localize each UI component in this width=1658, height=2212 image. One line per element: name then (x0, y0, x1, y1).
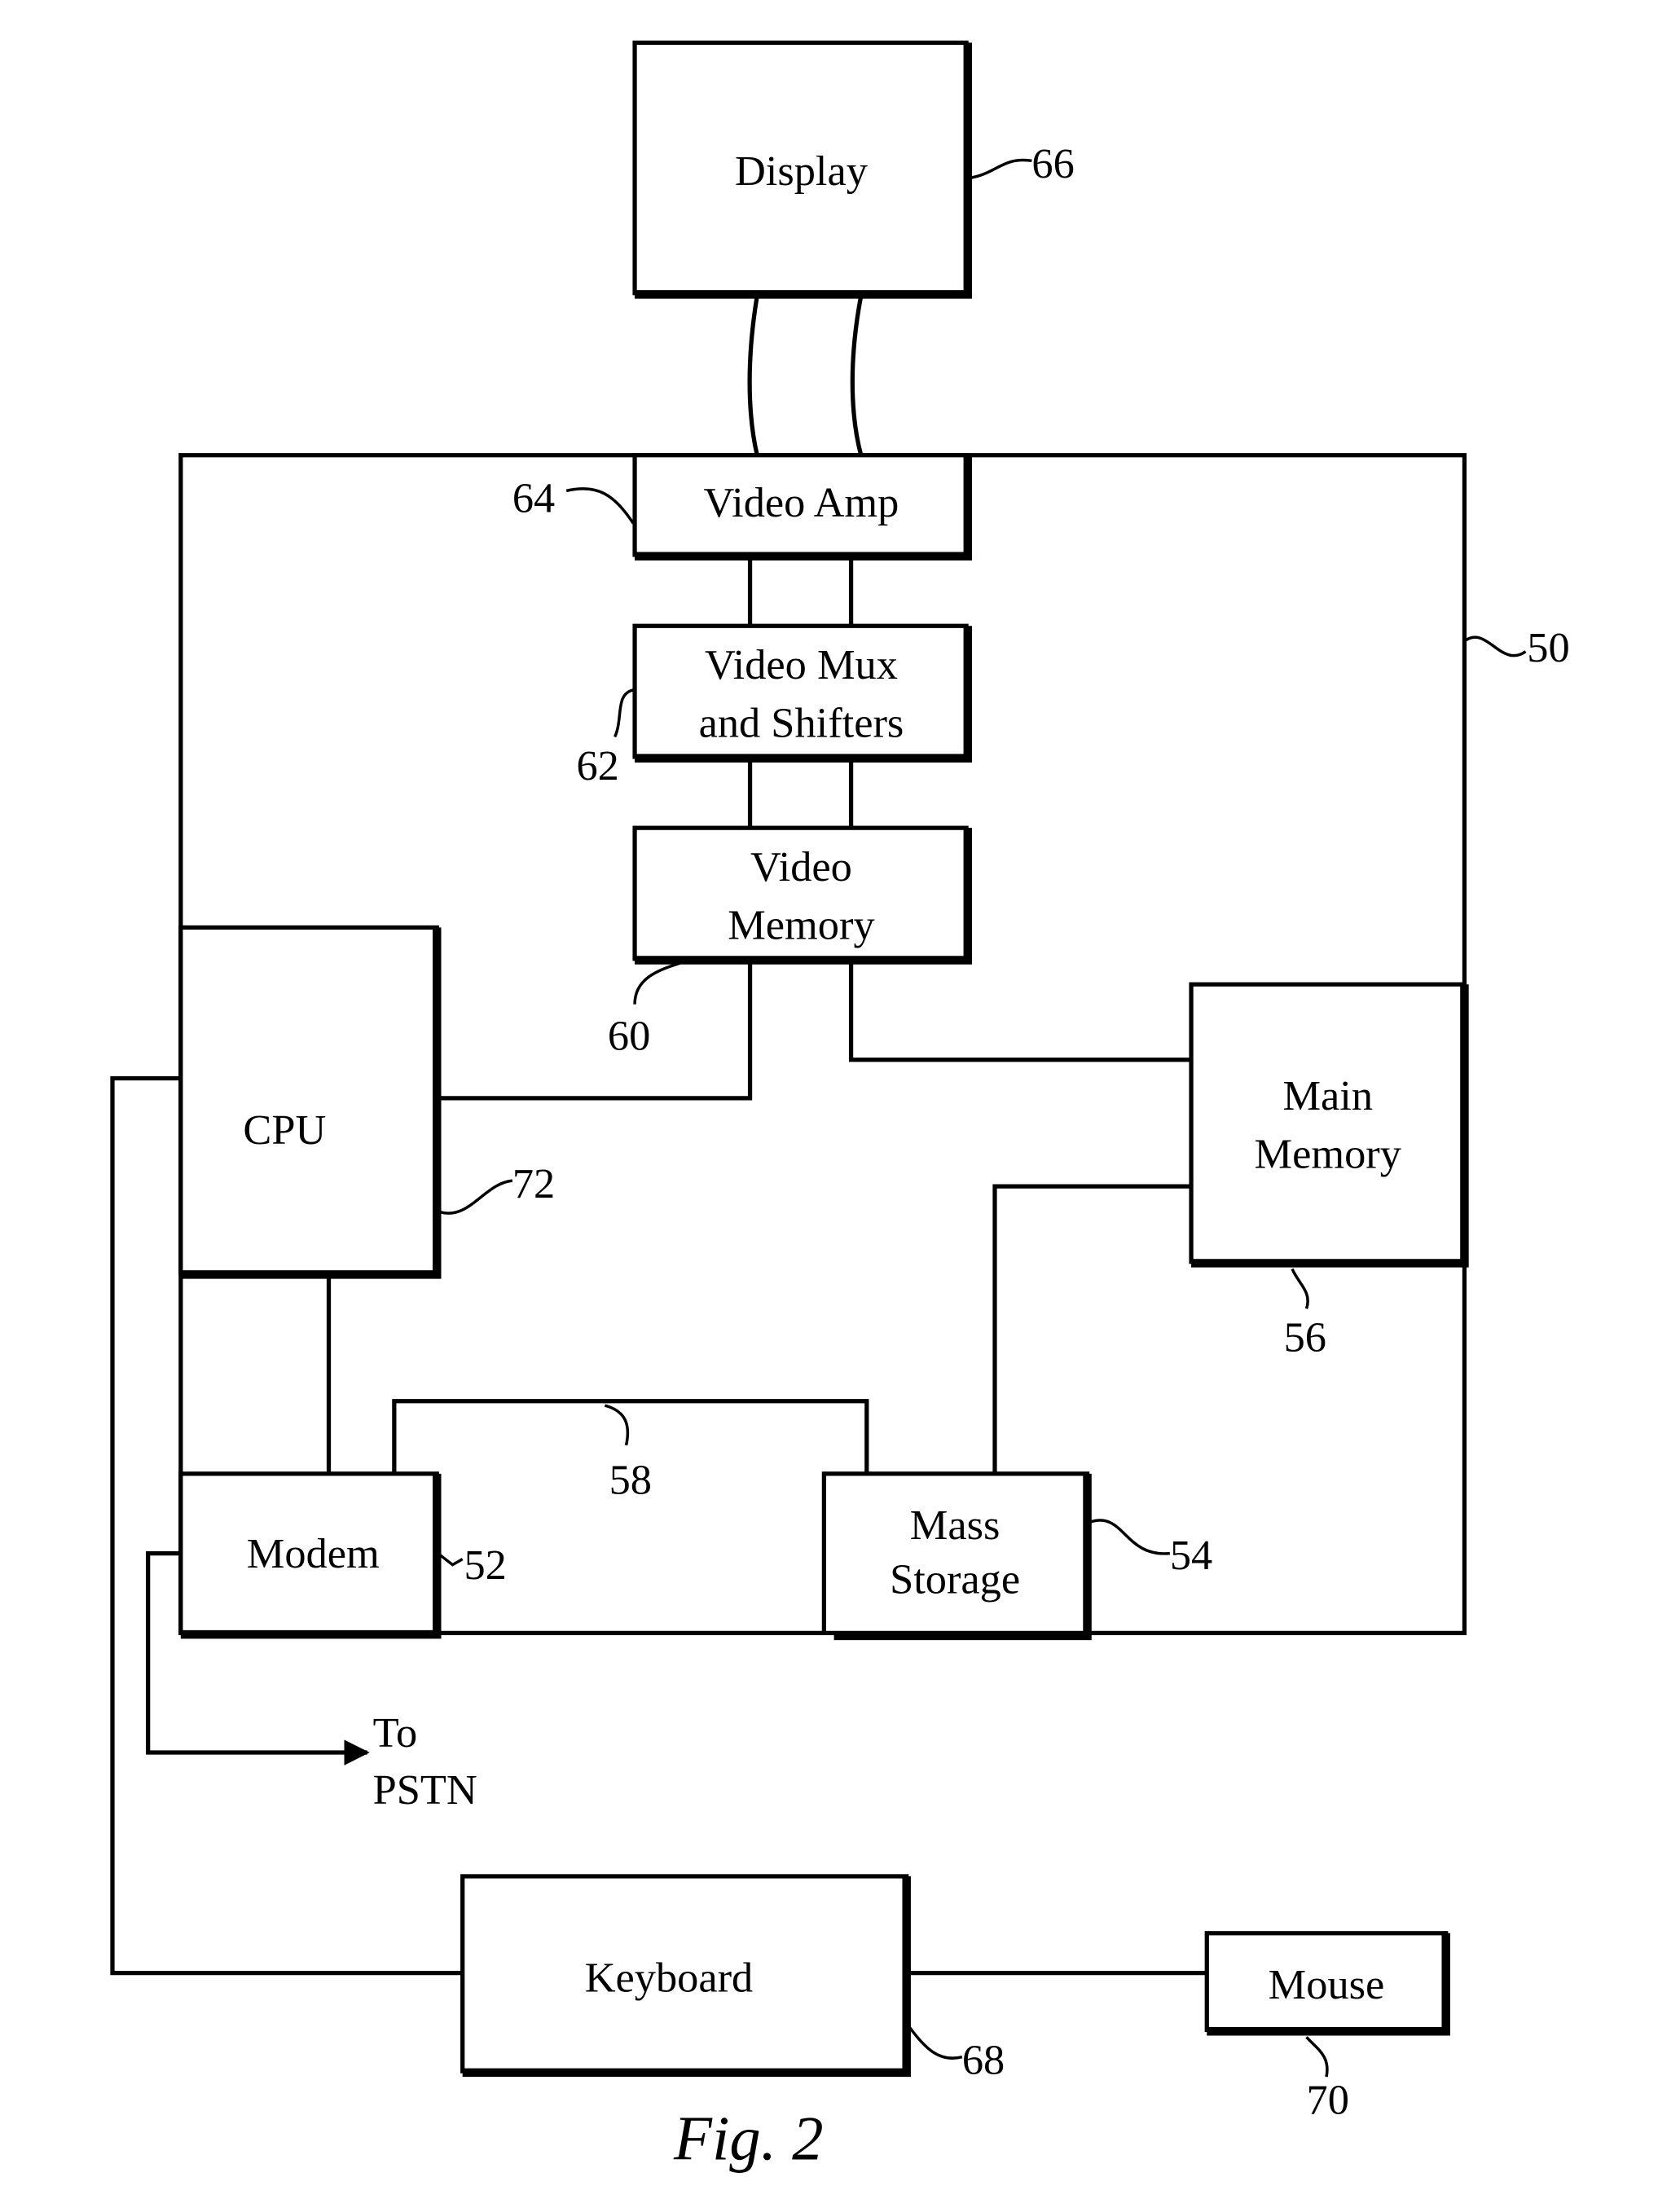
video-memory-label-line1: Video (750, 843, 852, 891)
mouse-label: Mouse (1269, 1961, 1385, 2008)
mouse-ref: 70 (1307, 2077, 1349, 2124)
video-amp-label: Video Amp (704, 479, 899, 526)
bus-ref-leader (604, 1404, 630, 1446)
link-main-memory-mass-storage (992, 1184, 1192, 1474)
keyboard-label: Keyboard (585, 1954, 754, 2001)
pstn-label-line1: To (373, 1709, 418, 1757)
video-memory-ref: 60 (608, 1013, 650, 1060)
display-ref: 66 (1031, 140, 1074, 187)
modem-ref-leader (438, 1553, 464, 1567)
mass-storage-ref-leader (1089, 1519, 1171, 1555)
video-mux-label-line1: Video Mux (705, 641, 898, 688)
cpu-ref-leader (439, 1179, 513, 1215)
figure-caption: Fig. 2 (673, 2104, 824, 2173)
system-ref: 50 (1527, 624, 1569, 671)
main-memory-label-line1: Main (1282, 1072, 1373, 1119)
keyboard-ref: 68 (962, 2037, 1005, 2084)
modem-label: Modem (247, 1530, 380, 1577)
bus-ref: 58 (609, 1456, 652, 1503)
mass-storage-label-line1: Mass (910, 1502, 1001, 1549)
modem-block: Modem (178, 1471, 442, 1639)
display-cable-right (850, 295, 864, 456)
video-memory-block: Video Memory (632, 825, 973, 965)
main-memory-block: Main Memory (1189, 982, 1469, 1268)
main-memory-label-line2: Memory (1255, 1130, 1401, 1177)
video-memory-ref-leader (633, 961, 681, 1005)
display-label: Display (735, 147, 868, 195)
mass-storage-block: Mass Storage (821, 1471, 1092, 1641)
main-memory-ref-leader (1291, 1268, 1309, 1309)
keyboard-block: Keyboard (460, 1874, 911, 2078)
display-ref-leader (970, 158, 1032, 179)
modem-ref: 52 (464, 1541, 506, 1589)
block-diagram: 50 Display 66 Video Amp 64 Video Mux and… (110, 40, 1570, 2173)
main-memory-ref: 56 (1284, 1314, 1326, 1361)
mass-storage-label-line2: Storage (890, 1556, 1020, 1603)
keyboard-ref-leader (908, 2025, 963, 2060)
mouse-block: Mouse (1204, 1931, 1450, 2036)
link-cpu-video-memory (439, 961, 753, 1101)
pstn-label-line2: PSTN (373, 1766, 477, 1814)
display-block: Display (632, 40, 973, 299)
video-mux-ref: 62 (576, 742, 618, 789)
video-memory-label-line2: Memory (728, 901, 874, 948)
cpu-label: CPU (243, 1106, 326, 1154)
cpu-ref: 72 (512, 1160, 555, 1207)
video-mux-block: Video Mux and Shifters (632, 623, 973, 763)
mouse-ref-leader (1305, 2036, 1329, 2078)
video-amp-ref: 64 (512, 475, 555, 522)
mass-storage-ref: 54 (1170, 1532, 1212, 1579)
video-amp-block: Video Amp (632, 453, 973, 561)
display-cable-left (747, 295, 759, 456)
system-ref-leader (1465, 635, 1527, 657)
video-amp-ref-leader (565, 487, 635, 525)
cpu-block: CPU (178, 925, 442, 1279)
video-mux-label-line2: and Shifters (699, 699, 904, 746)
link-video-memory-main-memory (848, 961, 1192, 1062)
video-mux-ref-leader (613, 688, 634, 738)
